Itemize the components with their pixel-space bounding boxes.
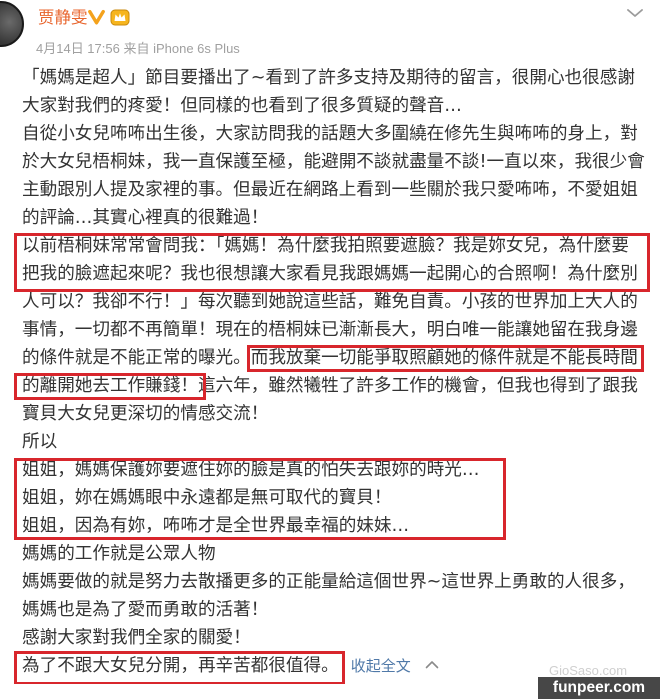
text-segment: 這六年，雖然犧牲了許多工作的機會，但我也得到了跟我 (197, 376, 638, 396)
post-text-line: 所以 (22, 432, 58, 452)
post-text-line: 的離開她去工作賺錢！這六年，雖然犧牲了許多工作的機會，但我也得到了跟我 (14, 372, 660, 400)
post-text-line: 以前梧桐妹常常會問我：「媽媽！為什麼我拍照要遮臉？我是妳女兒，為什麼要 (22, 236, 629, 256)
post-text-line: 「媽媽是超人」節目要播出了~看到了許多支持及期待的留言，很開心也很感謝 (22, 68, 635, 88)
author-name[interactable]: 贾静雯 (38, 7, 88, 29)
post-text-line: 媽媽也是為了愛而勇敢的活著！ (22, 600, 269, 620)
post-time[interactable]: 4月14日 17:56 (36, 41, 120, 56)
highlighted-text: 的離開她去工作賺錢！ (14, 372, 206, 400)
post-meta: 4月14日 17:56 来自 iPhone 6s Plus (36, 40, 240, 57)
avatar[interactable] (0, 1, 24, 47)
highlighted-text: 而我放棄一切能爭取照顧她的條件就是不能長時間 (246, 344, 644, 372)
post-text-line: 人可以？我卻不行！」每次聽到她說這些話，難免自責。小孩的世界加上大人的 (22, 292, 638, 312)
post-text-line: 媽媽的工作就是公眾人物 (22, 544, 216, 564)
post-text-line: 大家對我們的疼愛！但同樣的也看到了很多質疑的聲音… (22, 96, 462, 116)
post-text-line: 姐姐，妳在媽媽眼中永遠都是無可取代的寶貝！ (22, 488, 392, 508)
post-text-line: 感謝大家對我們全家的關愛！ (22, 628, 251, 648)
post-text-line: 事情，一切都不再簡單！現在的梧桐妹已漸漸長大，明白唯一能讓她留在我身邊 (22, 320, 638, 340)
post-text-line: 姐姐，因為有妳，咘咘才是全世界最幸福的妹妹… (22, 516, 410, 536)
post-source: 来自 iPhone 6s Plus (123, 41, 240, 56)
collapse-link[interactable]: 收起全文 (351, 652, 439, 680)
post-text-line: 自從小女兒咘咘出生後，大家訪問我的話題大多圍繞在修先生與咘咘的身上，對 (22, 124, 638, 144)
watermark-primary: funpeer.com (538, 677, 660, 699)
verified-v-icon[interactable] (88, 9, 105, 25)
post-text-line: 主動跟別人提及家裡的事。但最近在網路上看到一些關於我只愛咘咘，不愛姐姐 (22, 180, 638, 200)
post-body: 「媽媽是超人」節目要播出了~看到了許多支持及期待的留言，很開心也很感謝 大家對我… (0, 64, 660, 684)
highlight-group: 姐姐，媽媽保護妳要遮住妳的臉是真的怕失去跟妳的時光… 姐姐，妳在媽媽眼中永遠都是… (14, 456, 660, 540)
collapse-label[interactable]: 收起全文 (351, 657, 411, 675)
post-text-line: 媽媽要做的就是努力去散播更多的正能量給這個世界~這世界上勇敢的人很多， (22, 572, 635, 592)
post-text-line: 姐姐，媽媽保護妳要遮住妳的臉是真的怕失去跟妳的時光… (22, 460, 480, 480)
post-text-line: 寶貝大女兒更深切的情感交流！ (22, 404, 269, 424)
text-segment: 為了不跟大女兒分開，再辛苦都很值得。 (22, 656, 339, 676)
text-segment: 而我放棄一切能爭取照顧她的條件就是不能長時間 (250, 348, 638, 368)
watermark-secondary: GioSaso.com (549, 663, 628, 678)
post-text-line: 於大女兒梧桐妹，我一直保護至極，能避開不談就盡量不談!一直以來，我很少會 (22, 152, 645, 172)
highlight-group: 以前梧桐妹常常會問我：「媽媽！為什麼我拍照要遮臉？我是妳女兒，為什麼要 把我的臉… (14, 232, 660, 292)
text-segment: 的離開她去工作賺錢！ (22, 376, 198, 396)
post-text-line: 的條件就是不能正常的曝光。 而我放棄一切能爭取照顧她的條件就是不能長時間 (22, 344, 660, 372)
post-text-line: 的評論…其實心裡真的很難過！ (22, 208, 269, 228)
weibo-post: 贾静雯 4月14日 17:56 来自 iPhone 6s Plus 「媽媽是超人… (0, 0, 660, 699)
text-segment: 的條件就是不能正常的曝光。 (22, 348, 251, 368)
vip-member-icon[interactable] (110, 8, 130, 26)
highlighted-text: 為了不跟大女兒分開，再辛苦都很值得。 (14, 651, 345, 684)
post-text-line: 把我的臉遮起來呢？我也很想讓大家看見我跟媽媽一起開心的合照啊！為什麼別 (22, 264, 638, 284)
chevron-down-icon[interactable] (626, 7, 644, 19)
chevron-up-icon[interactable] (425, 660, 439, 669)
